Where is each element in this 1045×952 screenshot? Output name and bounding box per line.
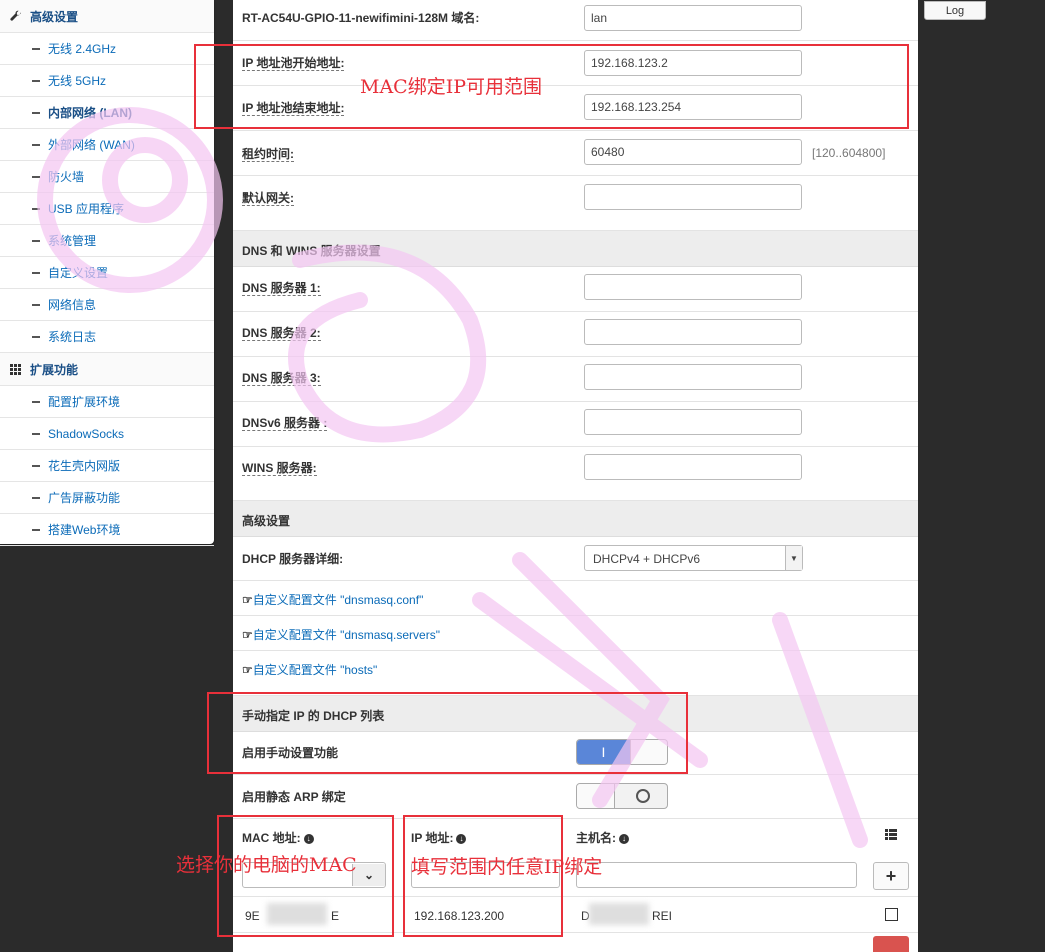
sort-down-icon: ↓ bbox=[619, 833, 629, 844]
sidebar-item-shadowsocks[interactable]: ShadowSocks bbox=[0, 418, 214, 450]
sidebar-section-title: 高级设置 bbox=[30, 9, 79, 24]
link-row-hosts: ☞自定义配置文件 "hosts" bbox=[233, 651, 918, 696]
sidebar: 高级设置 无线 2.4GHz 无线 5GHz 内部网络 (LAN) 外部网络 (… bbox=[0, 0, 214, 546]
dnsv6-label: DNSv6 服务器 : bbox=[242, 416, 328, 431]
annotation-mac-range: MAC绑定IP可用范围 bbox=[360, 76, 543, 98]
dhcp-detail-row: DHCP 服务器详细: DHCPv4 + DHCPv6 ▼ bbox=[233, 537, 918, 581]
dns-section-header: DNS 和 WINS 服务器设置 bbox=[233, 231, 918, 267]
delete-button[interactable] bbox=[873, 936, 909, 952]
dns2-label: DNS 服务器 2: bbox=[242, 326, 321, 341]
sidebar-item-ext-env[interactable]: 配置扩展环境 bbox=[0, 386, 214, 418]
wins-label: WINS 服务器: bbox=[242, 461, 317, 476]
new-hostname-input[interactable] bbox=[576, 862, 857, 888]
hand-pointer-icon: ☞ bbox=[242, 628, 253, 642]
sidebar-item-lan[interactable]: 内部网络 (LAN) bbox=[0, 97, 214, 129]
sidebar-item-usb[interactable]: USB 应用程序 bbox=[0, 193, 214, 225]
wrench-icon bbox=[10, 10, 24, 22]
chevron-down-icon: ▼ bbox=[785, 546, 802, 570]
sidebar-section-title: 扩展功能 bbox=[30, 362, 79, 377]
dns2-input[interactable] bbox=[584, 319, 802, 345]
wins-row: WINS 服务器: bbox=[233, 447, 918, 501]
add-entry-button[interactable]: + bbox=[873, 862, 909, 890]
lan-dhcp-panel: RT-AC54U-GPIO-11-newifimini-128M 域名: lan… bbox=[233, 0, 918, 952]
wins-input[interactable] bbox=[584, 454, 802, 480]
dnsv6-input[interactable] bbox=[584, 409, 802, 435]
dhcp-detail-select[interactable]: DHCPv4 + DHCPv6 ▼ bbox=[584, 545, 803, 571]
sidebar-item-firewall[interactable]: 防火墙 bbox=[0, 161, 214, 193]
dns1-input[interactable] bbox=[584, 274, 802, 300]
sidebar-item-wireless-24[interactable]: 无线 2.4GHz bbox=[0, 33, 214, 65]
static-arp-label: 启用静态 ARP 绑定 bbox=[242, 790, 346, 804]
gateway-label: 默认网关: bbox=[242, 191, 294, 206]
toggle-knob bbox=[577, 784, 615, 808]
redacted-hostname bbox=[589, 903, 649, 925]
advanced-section-title: 高级设置 bbox=[242, 514, 291, 528]
domain-label: RT-AC54U-GPIO-11-newifimini-128M 域名: bbox=[242, 11, 480, 25]
dns1-label: DNS 服务器 1: bbox=[242, 281, 321, 296]
hand-pointer-icon: ☞ bbox=[242, 593, 253, 607]
domain-row: RT-AC54U-GPIO-11-newifimini-128M 域名: lan bbox=[233, 0, 918, 41]
col-host-header[interactable]: 主机名: ↓ bbox=[576, 829, 629, 846]
dns3-label: DNS 服务器 3: bbox=[242, 371, 321, 386]
circle-icon bbox=[636, 789, 650, 803]
toggle-off-indicator bbox=[617, 784, 667, 808]
list-icon[interactable] bbox=[885, 829, 897, 843]
dnsmasq-servers-link[interactable]: ☞自定义配置文件 "dnsmasq.servers" bbox=[242, 626, 440, 643]
hosts-link[interactable]: ☞自定义配置文件 "hosts" bbox=[242, 661, 377, 678]
hand-pointer-icon: ☞ bbox=[242, 663, 253, 677]
dns2-row: DNS 服务器 2: bbox=[233, 312, 918, 357]
host-cell-end: REI bbox=[652, 909, 673, 923]
sidebar-item-netinfo[interactable]: 网络信息 bbox=[0, 289, 214, 321]
annotation-select-mac: 选择你的电脑的MAC bbox=[176, 854, 357, 876]
dns1-row: DNS 服务器 1: bbox=[233, 267, 918, 312]
sidebar-item-custom[interactable]: 自定义设置 bbox=[0, 257, 214, 289]
gateway-input[interactable] bbox=[584, 184, 802, 210]
dns3-input[interactable] bbox=[584, 364, 802, 390]
gateway-row: 默认网关: bbox=[233, 176, 918, 231]
dhcp-detail-value: DHCPv4 + DHCPv6 bbox=[593, 552, 701, 566]
sidebar-item-wan[interactable]: 外部网络 (WAN) bbox=[0, 129, 214, 161]
sidebar-item-syslog[interactable]: 系统日志 bbox=[0, 321, 214, 353]
dns3-row: DNS 服务器 3: bbox=[233, 357, 918, 402]
row-select-checkbox[interactable] bbox=[885, 908, 898, 921]
domain-input[interactable]: lan bbox=[584, 5, 802, 31]
advanced-section-header: 高级设置 bbox=[233, 501, 918, 537]
link-row-servers: ☞自定义配置文件 "dnsmasq.servers" bbox=[233, 616, 918, 651]
annotation-fill-ip: 填写范围内任意IP绑定 bbox=[411, 856, 603, 878]
static-arp-row: 启用静态 ARP 绑定 bbox=[233, 775, 918, 819]
link-row-conf: ☞自定义配置文件 "dnsmasq.conf" bbox=[233, 581, 918, 616]
sidebar-item-wireless-5[interactable]: 无线 5GHz bbox=[0, 65, 214, 97]
dnsv6-row: DNSv6 服务器 : bbox=[233, 402, 918, 447]
sidebar-item-web-env[interactable]: 搭建Web环境 bbox=[0, 514, 214, 546]
sidebar-item-admin[interactable]: 系统管理 bbox=[0, 225, 214, 257]
lease-row: 租约时间: 60480 [120..604800] bbox=[233, 131, 918, 176]
grid-icon bbox=[10, 363, 24, 375]
dns-section-title: DNS 和 WINS 服务器设置 bbox=[242, 244, 381, 258]
sidebar-section-advanced[interactable]: 高级设置 bbox=[0, 0, 214, 33]
lease-range-hint: [120..604800] bbox=[812, 146, 886, 160]
lease-label: 租约时间: bbox=[242, 147, 294, 162]
annotation-box-manual-dhcp bbox=[207, 692, 688, 774]
sidebar-item-adblock[interactable]: 广告屏蔽功能 bbox=[0, 482, 214, 514]
sidebar-section-extensions[interactable]: 扩展功能 bbox=[0, 353, 214, 386]
lease-input[interactable]: 60480 bbox=[584, 139, 802, 165]
dnsmasq-conf-link[interactable]: ☞自定义配置文件 "dnsmasq.conf" bbox=[242, 591, 423, 608]
log-button[interactable]: Log bbox=[924, 1, 986, 20]
sidebar-item-oray[interactable]: 花生壳内网版 bbox=[0, 450, 214, 482]
static-arp-toggle[interactable] bbox=[576, 783, 668, 809]
annotation-box-ip-pool bbox=[194, 44, 909, 129]
dhcp-detail-label: DHCP 服务器详细: bbox=[242, 552, 344, 566]
